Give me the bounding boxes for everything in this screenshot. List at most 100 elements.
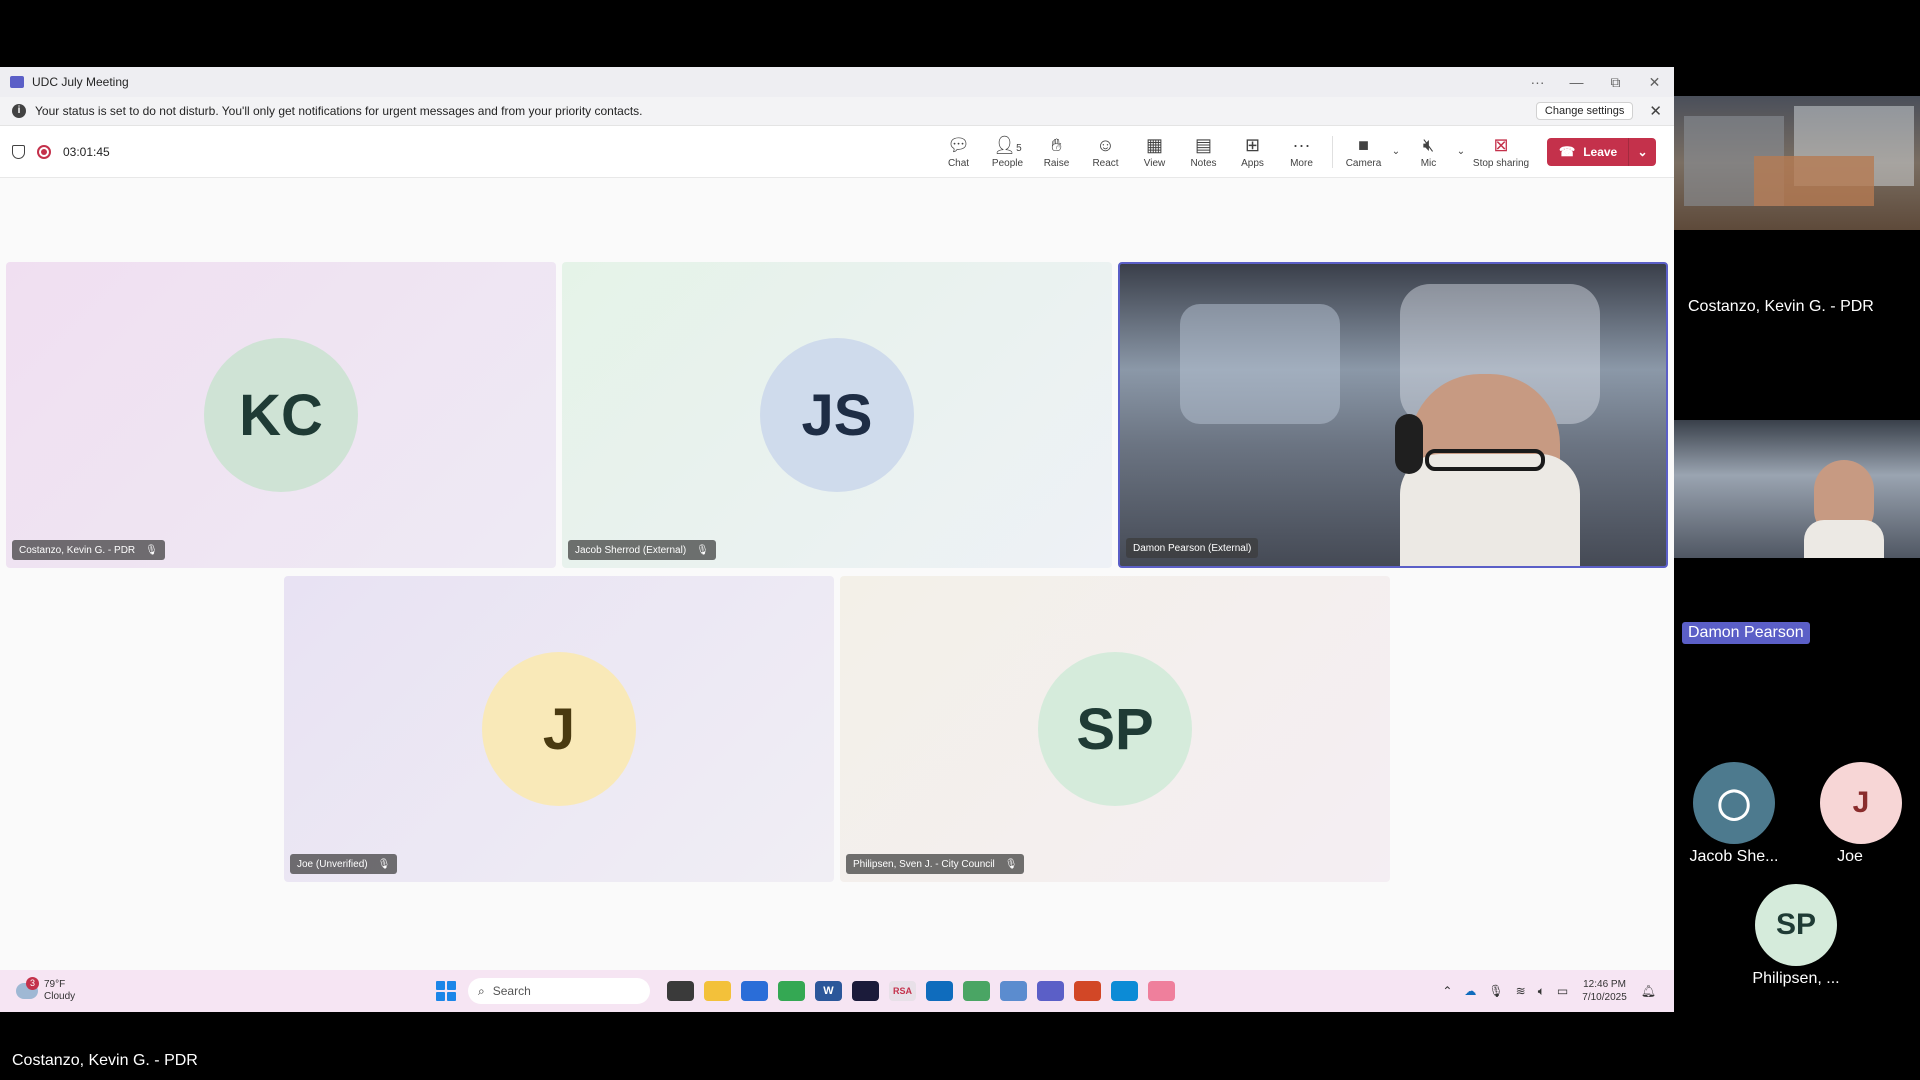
app-icon[interactable] (1148, 981, 1175, 1001)
participant-tile[interactable]: KC Costanzo, Kevin G. - PDR 🎙︎ (6, 262, 556, 568)
title-bar: UDC July Meeting ··· — ⧉ ✕ (0, 67, 1674, 97)
participant-video-tile[interactable]: Damon Pearson (External) (1118, 262, 1668, 568)
weather-temp: 79°F (44, 979, 66, 990)
powerpoint-icon[interactable] (1074, 981, 1101, 1001)
view-button[interactable]: ▦ View (1130, 135, 1179, 169)
view-label: View (1143, 157, 1166, 169)
cloud-icon: 3 (16, 977, 39, 999)
mic-icon: 🎙︎ (145, 544, 158, 556)
rsa-icon[interactable]: RSA (889, 981, 916, 1001)
damon-video[interactable] (1674, 420, 1920, 558)
snipping-icon[interactable] (1000, 981, 1027, 1001)
react-label: React (1092, 157, 1119, 169)
apps-button[interactable]: ⊞ Apps (1228, 135, 1277, 169)
leave-label: Leave (1583, 144, 1618, 159)
acrobat-icon[interactable] (852, 981, 879, 1001)
side-participant[interactable]: J Joe (1820, 762, 1902, 866)
person-icon: ◯ (1693, 762, 1775, 844)
mic-muted-icon[interactable]: 🎙︎ (1488, 984, 1503, 998)
side-panel-name: Costanzo, Kevin G. - PDR (1688, 298, 1874, 315)
battery-icon[interactable]: ▭ (1557, 984, 1568, 998)
more-options-icon[interactable]: ··· (1518, 74, 1557, 90)
camera-label: Camera (1345, 157, 1382, 169)
leave-options-chevron-icon[interactable]: ⌄ (1628, 137, 1656, 166)
active-speaker-tag: Damon Pearson (1682, 622, 1810, 644)
more-icon: ··· (1292, 134, 1311, 155)
windows-taskbar: 3 79°F Cloudy ⌕ Search W RSA ⌃ ☁ 🎙︎ ≋ 🔈︎… (0, 970, 1674, 1012)
teams-window: UDC July Meeting ··· — ⧉ ✕ i Your status… (0, 67, 1674, 1012)
people-icon: 👤︎5 (993, 134, 1022, 155)
react-button[interactable]: ☺ React (1081, 135, 1130, 169)
notes-button[interactable]: ▤ Notes (1179, 135, 1228, 169)
leave-button[interactable]: ☎ Leave ⌄ (1547, 137, 1656, 166)
apps-label: Apps (1241, 157, 1264, 169)
participant-name-tag: Costanzo, Kevin G. - PDR 🎙︎ (12, 540, 165, 560)
chat-button[interactable]: 💬︎ Chat (934, 135, 983, 169)
participant-name: Jacob Sherrod (External) (575, 544, 687, 556)
participant-name: Jacob She... (1689, 848, 1779, 865)
weather-desc: Cloudy (44, 991, 76, 1002)
side-participant[interactable]: SP Philipsen, ... (1746, 884, 1846, 988)
screen: UDC July Meeting ··· — ⧉ ✕ i Your status… (0, 0, 1920, 1080)
teams-icon[interactable] (1037, 981, 1064, 1001)
onedrive-icon[interactable]: ☁ (1464, 984, 1476, 998)
more-label: More (1290, 157, 1313, 169)
file-explorer-icon[interactable] (704, 981, 731, 1001)
volume-muted-icon[interactable]: 🔈︎ (1538, 984, 1545, 999)
app-icon[interactable] (741, 981, 768, 1001)
side-participant[interactable]: ◯ Jacob She... (1684, 762, 1784, 866)
room-video[interactable] (1674, 96, 1920, 230)
raise-hand-button[interactable]: ✋︎ Raise (1032, 135, 1081, 169)
participant-name-tag: Jacob Sherrod (External) 🎙︎ (568, 540, 716, 560)
dismiss-notice-icon[interactable]: ✕ (1649, 102, 1662, 120)
shield-icon (12, 144, 25, 159)
teams-logo-icon (10, 76, 24, 88)
mic-muted-icon: 🔇︎ (1422, 134, 1435, 155)
stop-sharing-label: Stop sharing (1472, 157, 1530, 169)
notification-bell-icon[interactable]: 🔔︎ (1641, 984, 1656, 998)
more-button[interactable]: ··· More (1277, 135, 1326, 169)
caption-name: Costanzo, Kevin G. - PDR (12, 1052, 198, 1069)
task-view-icon[interactable] (667, 981, 694, 1001)
mic-icon: 🎙︎ (377, 858, 391, 870)
word-icon[interactable]: W (815, 981, 842, 1001)
camera-off-icon: ■ (1358, 134, 1369, 155)
chat-label: Chat (947, 157, 970, 169)
window-title: UDC July Meeting (32, 75, 129, 89)
participant-name: Joe (1837, 848, 1863, 865)
change-settings-button[interactable]: Change settings (1535, 102, 1634, 120)
wifi-icon[interactable]: ≋ (1516, 984, 1526, 998)
close-icon[interactable]: ✕ (1635, 74, 1674, 91)
participant-tile[interactable]: J Joe (Unverified) 🎙︎ (284, 576, 834, 882)
taskbar-search[interactable]: ⌕ Search (468, 978, 650, 1004)
system-tray: ⌃ ☁ 🎙︎ ≋ 🔈︎ ▭ 12:46 PM 7/10/2025 🔔︎ (1436, 970, 1662, 1012)
outlook-icon[interactable] (926, 981, 953, 1001)
minimize-icon[interactable]: — (1557, 74, 1596, 90)
participant-tile[interactable]: JS Jacob Sherrod (External) 🎙︎ (562, 262, 1112, 568)
start-button[interactable] (436, 981, 456, 1001)
search-placeholder: Search (492, 984, 531, 998)
people-button[interactable]: 👤︎5 People (983, 135, 1032, 169)
chevron-up-icon[interactable]: ⌃ (1442, 984, 1452, 998)
mic-button[interactable]: 🔇︎ Mic (1404, 135, 1453, 169)
camera-options-chevron-icon[interactable]: ⌄ (1388, 146, 1404, 157)
meeting-toolbar: 03:01:45 💬︎ Chat 👤︎5 People ✋︎ Raise ☺ R… (0, 126, 1674, 178)
mic-icon: 🎙︎ (1004, 858, 1018, 870)
participant-name-tag: Philipsen, Sven J. - City Council 🎙︎ (846, 854, 1025, 874)
phone-hangup-icon: ☎ (1559, 143, 1576, 159)
chrome-icon[interactable] (778, 981, 805, 1001)
weather-widget[interactable]: 3 79°F Cloudy (16, 977, 436, 1003)
stop-sharing-button[interactable]: ⊠ Stop sharing (1469, 135, 1533, 169)
mic-options-chevron-icon[interactable]: ⌄ (1453, 146, 1469, 157)
globe-app-icon[interactable] (963, 981, 990, 1001)
participant-tile[interactable]: SP Philipsen, Sven J. - City Council 🎙︎ (840, 576, 1390, 882)
participant-name: Costanzo, Kevin G. - PDR (19, 544, 136, 556)
avatar: KC (204, 338, 358, 492)
restore-icon[interactable]: ⧉ (1596, 74, 1635, 91)
edge-icon[interactable] (1111, 981, 1138, 1001)
camera-button[interactable]: ■ Camera (1339, 135, 1388, 169)
smile-icon: ☺ (1096, 134, 1115, 155)
clock[interactable]: 12:46 PM 7/10/2025 (1582, 978, 1627, 1004)
participant-name: Philipsen, Sven J. - City Council (853, 858, 995, 870)
raise-label: Raise (1043, 157, 1070, 169)
